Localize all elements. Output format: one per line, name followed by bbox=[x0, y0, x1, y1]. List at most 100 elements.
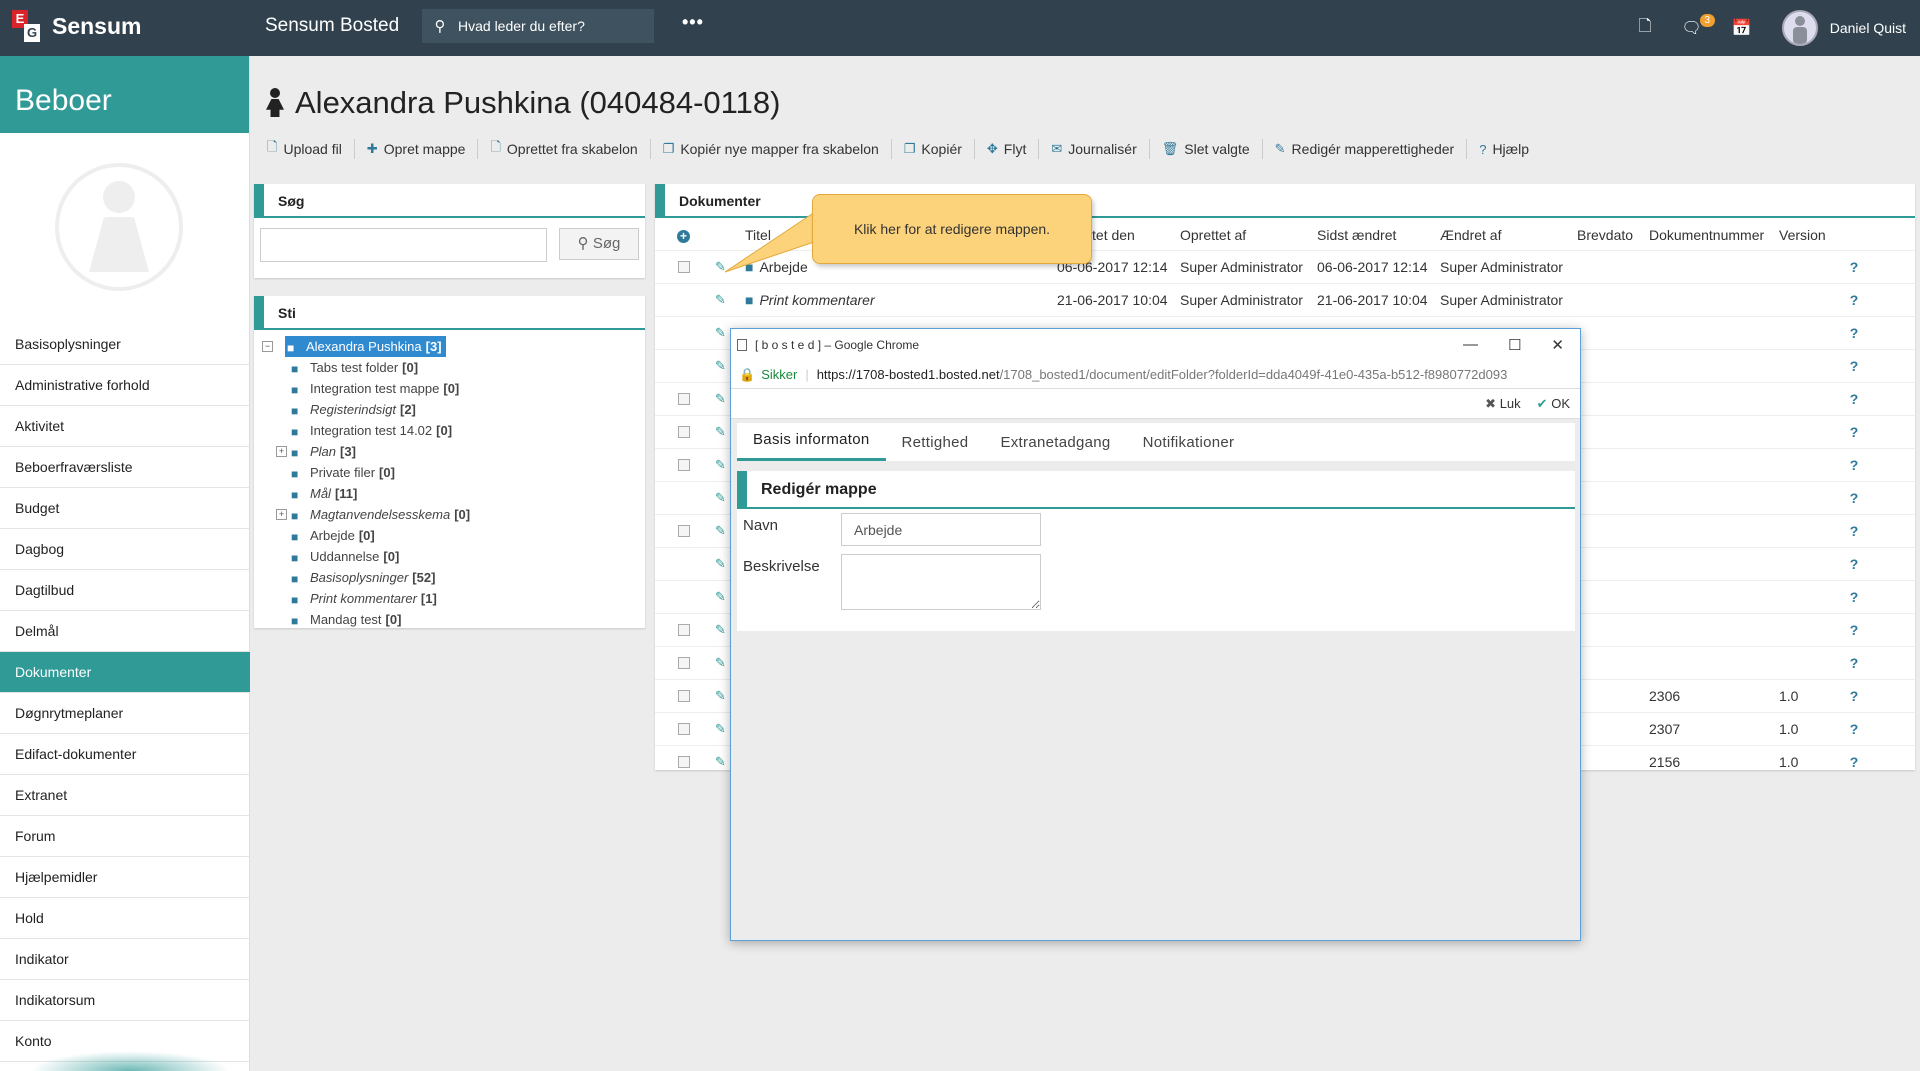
toolbar-button[interactable]: 🗋 Upload fil bbox=[255, 139, 355, 159]
sidebar-item[interactable]: Dokumenter bbox=[0, 652, 250, 693]
help-icon[interactable]: ? bbox=[1839, 622, 1869, 638]
tree-node[interactable]: ■ Mål [11] bbox=[262, 483, 470, 504]
calendar-icon[interactable]: 📅 bbox=[1732, 18, 1752, 38]
sidebar-item[interactable]: Hold bbox=[0, 898, 250, 939]
edit-pencil-icon[interactable]: ✎ bbox=[685, 358, 726, 374]
ok-button[interactable]: ✔ OK bbox=[1537, 396, 1570, 412]
column-version[interactable]: Version bbox=[1779, 227, 1839, 243]
edit-pencil-icon[interactable]: ✎ bbox=[685, 391, 726, 407]
logo[interactable]: E G Sensum bbox=[12, 10, 141, 42]
edit-pencil-icon[interactable]: ✎ bbox=[685, 259, 726, 275]
sidebar-item[interactable]: Aktivitet bbox=[0, 406, 250, 447]
toolbar-button[interactable]: ? Hjælp bbox=[1467, 139, 1541, 159]
sidebar-item[interactable]: Dagtilbud bbox=[0, 570, 250, 611]
help-icon[interactable]: ? bbox=[1839, 754, 1869, 770]
folder-description-textarea[interactable] bbox=[841, 554, 1041, 610]
user-menu[interactable]: Daniel Quist bbox=[1781, 10, 1906, 46]
help-icon[interactable]: ? bbox=[1839, 325, 1869, 341]
toolbar-button[interactable]: ❐ Kopiér bbox=[892, 139, 975, 159]
help-icon[interactable]: ? bbox=[1839, 358, 1869, 374]
toolbar-button[interactable]: ❐ Kopiér nye mapper fra skabelon bbox=[651, 139, 892, 159]
more-menu-icon[interactable]: ••• bbox=[682, 12, 704, 33]
help-icon[interactable]: ? bbox=[1839, 523, 1869, 539]
edit-pencil-icon[interactable]: ✎ bbox=[685, 523, 726, 539]
help-icon[interactable]: ? bbox=[1839, 259, 1869, 275]
tree-node[interactable]: ■ Private filer [0] bbox=[262, 462, 470, 483]
user-name[interactable]: Daniel Quist bbox=[1830, 20, 1906, 36]
tab-notifikationer[interactable]: Notifikationer bbox=[1127, 434, 1251, 461]
column-doc-number[interactable]: Dokumentnummer bbox=[1649, 227, 1779, 243]
help-icon[interactable]: ? bbox=[1839, 424, 1869, 440]
close-button[interactable]: ✖ Luk bbox=[1485, 396, 1521, 412]
help-icon[interactable]: ? bbox=[1839, 292, 1869, 308]
help-icon[interactable]: ? bbox=[1839, 721, 1869, 737]
tree-node[interactable]: ■ Registerindsigt [2] bbox=[262, 399, 470, 420]
document-icon[interactable]: 🗋 bbox=[1639, 15, 1652, 42]
expand-icon[interactable]: + bbox=[276, 446, 287, 457]
minimize-icon[interactable]: — bbox=[1463, 336, 1478, 354]
document-search-input[interactable] bbox=[260, 228, 547, 262]
tree-node[interactable]: + ■ Magtanvendelsesskema [0] bbox=[262, 504, 470, 525]
close-window-icon[interactable]: ✕ bbox=[1551, 336, 1564, 354]
edit-pencil-icon[interactable]: ✎ bbox=[685, 688, 726, 704]
sidebar-item[interactable]: Administrative forhold bbox=[0, 365, 250, 406]
sidebar-item[interactable]: Dagbog bbox=[0, 529, 250, 570]
expand-icon[interactable]: + bbox=[276, 509, 287, 520]
sidebar-item[interactable]: Budget bbox=[0, 488, 250, 529]
help-icon[interactable]: ? bbox=[1839, 457, 1869, 473]
column-created-by[interactable]: Oprettet af bbox=[1180, 227, 1317, 243]
edit-pencil-icon[interactable]: ✎ bbox=[685, 754, 726, 770]
sidebar-item[interactable]: Døgnrytmeplaner bbox=[0, 693, 250, 734]
sidebar-item[interactable]: Edifact-dokumenter bbox=[0, 734, 250, 775]
sidebar-item[interactable]: Basisoplysninger bbox=[0, 324, 250, 365]
toolbar-button[interactable]: ✥ Flyt bbox=[975, 139, 1040, 159]
edit-pencil-icon[interactable]: ✎ bbox=[685, 655, 726, 671]
toolbar-button[interactable]: ✉ Journalisér bbox=[1039, 139, 1150, 159]
sidebar-item[interactable]: Delmål bbox=[0, 611, 250, 652]
help-icon[interactable]: ? bbox=[1839, 391, 1869, 407]
tree-node[interactable]: ■ Integration test mappe [0] bbox=[262, 378, 470, 399]
sidebar-item[interactable]: Indikatorsum bbox=[0, 980, 250, 1021]
tree-node[interactable]: ■ Mandag test [0] bbox=[262, 609, 470, 630]
sidebar-item[interactable]: Indikator bbox=[0, 939, 250, 980]
cell-title[interactable]: ■ Print kommentarer bbox=[717, 292, 1057, 308]
tree-node[interactable]: ■ Tabs test folder [0] bbox=[262, 357, 470, 378]
user-avatar[interactable] bbox=[1781, 10, 1818, 46]
column-changed[interactable]: Sidst ændret bbox=[1317, 227, 1440, 243]
toolbar-button[interactable]: ✚ Opret mappe bbox=[355, 139, 479, 159]
edit-pencil-icon[interactable]: ✎ bbox=[685, 292, 726, 308]
global-search-input[interactable] bbox=[458, 18, 638, 34]
toolbar-button[interactable]: 🗑 Slet valgte bbox=[1150, 139, 1263, 159]
app-title[interactable]: Sensum Bosted bbox=[265, 15, 399, 37]
edit-pencil-icon[interactable]: ✎ bbox=[685, 325, 726, 341]
help-icon[interactable]: ? bbox=[1839, 655, 1869, 671]
edit-pencil-icon[interactable]: ✎ bbox=[685, 424, 726, 440]
help-icon[interactable]: ? bbox=[1839, 490, 1869, 506]
collapse-icon[interactable]: − bbox=[262, 341, 273, 352]
tree-node-root[interactable]: ■ Alexandra Pushkina [3] bbox=[285, 336, 446, 357]
tree-node[interactable]: ■ Arbejde [0] bbox=[262, 525, 470, 546]
add-column-icon[interactable]: + bbox=[655, 227, 690, 243]
help-icon[interactable]: ? bbox=[1839, 589, 1869, 605]
address-bar[interactable]: 🔒 Sikker | https://1708-bosted1.bosted.n… bbox=[731, 361, 1580, 389]
edit-pencil-icon[interactable]: ✎ bbox=[685, 556, 726, 572]
toolbar-button[interactable]: 🗋 Oprettet fra skabelon bbox=[478, 139, 651, 159]
edit-pencil-icon[interactable]: ✎ bbox=[685, 490, 726, 506]
edit-pencil-icon[interactable]: ✎ bbox=[685, 589, 726, 605]
tree-node[interactable]: ■ Uddannelse [0] bbox=[262, 546, 470, 567]
tree-node[interactable]: ■ Basisoplysninger [52] bbox=[262, 567, 470, 588]
column-changed-by[interactable]: Ændret af bbox=[1440, 227, 1577, 243]
edit-pencil-icon[interactable]: ✎ bbox=[685, 622, 726, 638]
tree-node[interactable]: + ■ Plan [3] bbox=[262, 441, 470, 462]
edit-pencil-icon[interactable]: ✎ bbox=[685, 721, 726, 737]
search-button[interactable]: ⚲ Søg bbox=[559, 228, 639, 260]
search-icon[interactable]: ⚲ bbox=[422, 17, 458, 35]
help-icon[interactable]: ? bbox=[1839, 556, 1869, 572]
maximize-icon[interactable]: ☐ bbox=[1508, 336, 1521, 354]
sidebar-item[interactable]: Hjælpemidler bbox=[0, 857, 250, 898]
sidebar-item[interactable]: Beboerfraværsliste bbox=[0, 447, 250, 488]
edit-pencil-icon[interactable]: ✎ bbox=[685, 457, 726, 473]
table-row[interactable]: ✎ ■ Print kommentarer 21-06-2017 10:04 Super… bbox=[655, 283, 1915, 316]
tab-rettighed[interactable]: Rettighed bbox=[886, 434, 985, 461]
folder-name-input[interactable] bbox=[841, 513, 1041, 546]
